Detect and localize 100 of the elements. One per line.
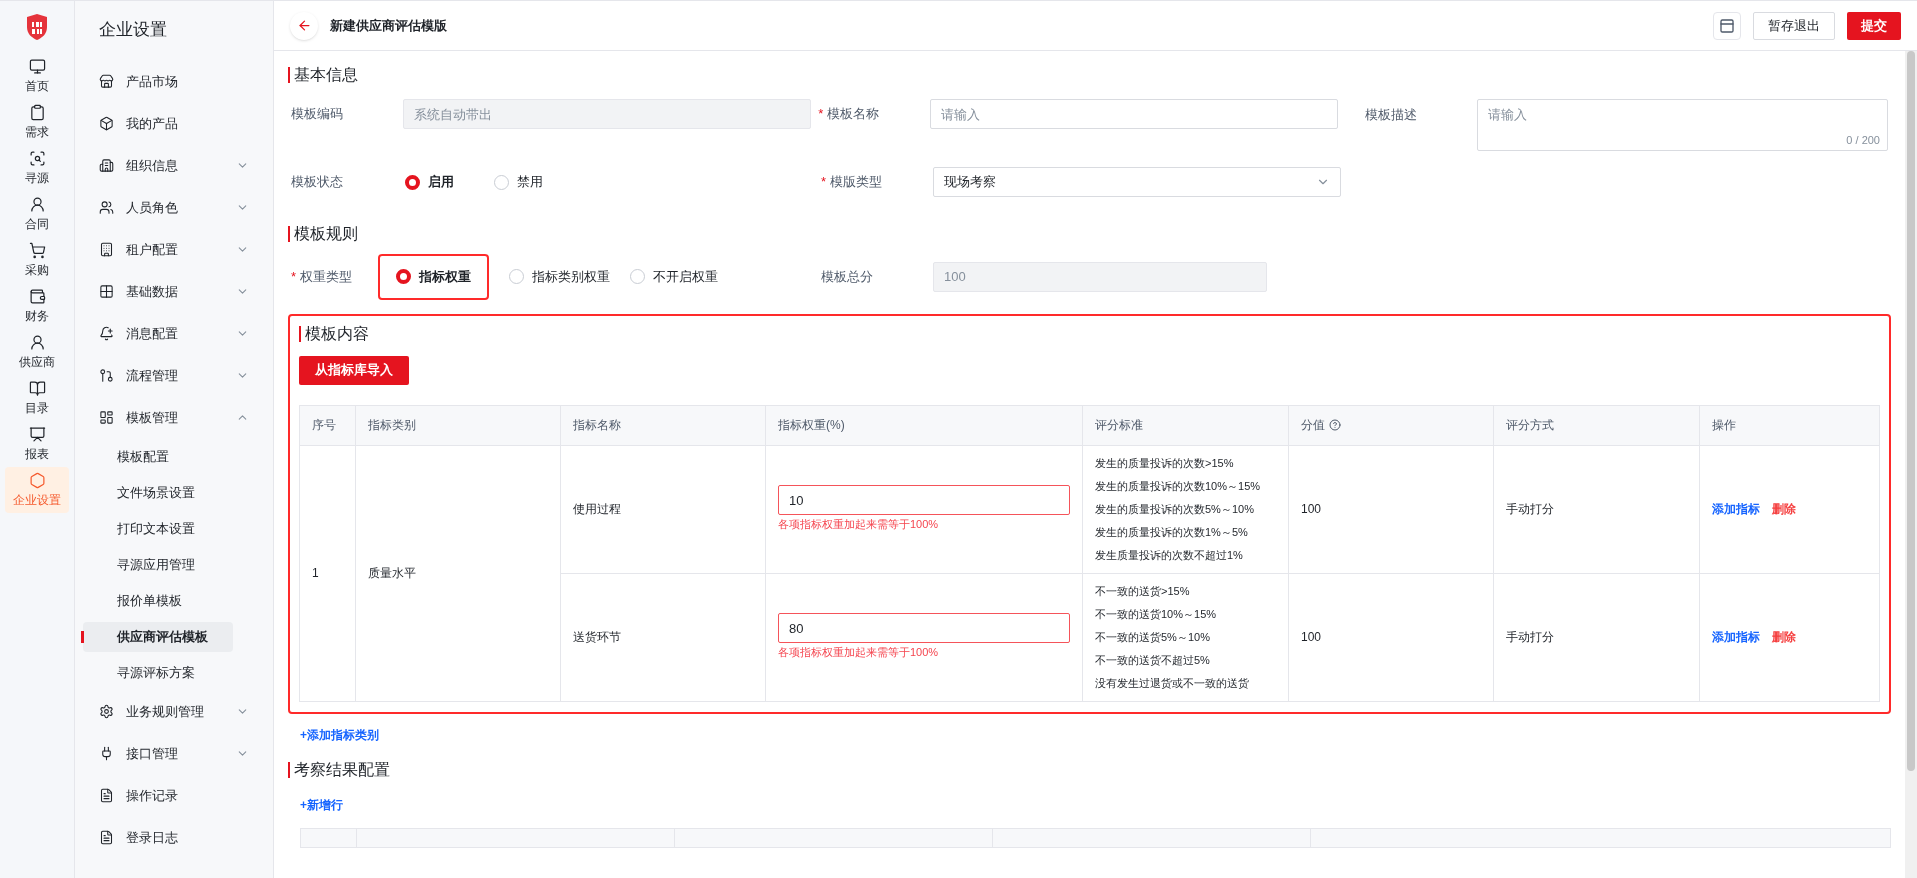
- sidebar-item[interactable]: 登录日志: [75, 816, 273, 859]
- table-cell-text: 送货环节: [573, 629, 621, 646]
- criteria-text: 不一致的送货>15%: [1095, 583, 1191, 599]
- section-title: 基本信息: [294, 65, 358, 85]
- column-header: 序号: [312, 417, 336, 434]
- section-title: 模板内容: [305, 323, 369, 344]
- error-message: 各项指标权重加起来需等于100%: [778, 517, 940, 533]
- plug-icon: [99, 746, 114, 761]
- scrollbar[interactable]: [1905, 51, 1917, 878]
- field-label: 权重类型: [300, 268, 353, 286]
- sidebar-item[interactable]: 消息配置: [75, 312, 273, 355]
- rail-item[interactable]: 合同: [5, 191, 69, 237]
- monitor-icon: [28, 57, 46, 75]
- radio-option[interactable]: 不开启权重: [630, 267, 718, 287]
- wallet-icon: [28, 287, 46, 305]
- radio-option[interactable]: 启用: [405, 172, 454, 192]
- import-button[interactable]: 从指标库导入: [299, 355, 409, 385]
- submit-button[interactable]: 提交: [1847, 11, 1901, 40]
- radio-option[interactable]: 指标权重: [396, 267, 471, 287]
- sidebar-item[interactable]: 操作记录: [75, 774, 273, 817]
- required-mark: *: [818, 105, 824, 124]
- settings-icon: [99, 704, 114, 719]
- add-index-link[interactable]: 添加指标: [1712, 500, 1760, 518]
- rail-item[interactable]: 首页: [5, 53, 69, 99]
- cube-icon: [99, 116, 114, 131]
- page-title: 新建供应商评估模版: [330, 16, 448, 35]
- rail-item[interactable]: 寻源: [5, 145, 69, 191]
- logo-icon: [25, 13, 49, 41]
- flow-icon: [99, 368, 114, 383]
- sidebar-subitem[interactable]: 文件场景设置: [83, 477, 233, 508]
- rail-item[interactable]: 财务: [5, 283, 69, 329]
- help-icon: [1329, 419, 1341, 431]
- sidebar-item[interactable]: 产品市场: [75, 60, 273, 103]
- character-counter: 0 / 200: [1846, 132, 1880, 148]
- delete-link[interactable]: 删除: [1772, 628, 1796, 646]
- field-label: 模板名称: [827, 105, 880, 124]
- add-index-link[interactable]: 添加指标: [1712, 628, 1760, 646]
- error-message: 各项指标权重加起来需等于100%: [778, 645, 940, 661]
- rail-item[interactable]: 需求: [5, 99, 69, 145]
- layout-button[interactable]: [1713, 11, 1741, 40]
- sidebar-item[interactable]: 业务规则管理: [75, 690, 273, 733]
- section-title: 考察结果配置: [294, 759, 390, 780]
- criteria-text: 发生的质量投诉的次数>15%: [1095, 455, 1235, 471]
- criteria-text: 发生质量投诉的次数不超过1%: [1095, 547, 1244, 563]
- sidebar-subitem[interactable]: 寻源应用管理: [83, 549, 233, 580]
- document-icon: [99, 788, 114, 803]
- name-field[interactable]: 请输入: [930, 99, 1339, 129]
- radio-option[interactable]: 禁用: [494, 172, 543, 192]
- field-label: 模板状态: [291, 173, 343, 192]
- weight-field[interactable]: 10: [778, 485, 1070, 516]
- sidebar-item[interactable]: 接口管理: [75, 732, 273, 775]
- back-button[interactable]: [290, 11, 318, 40]
- rail-item[interactable]: 目录: [5, 375, 69, 421]
- sidebar-item[interactable]: 模板管理: [75, 396, 273, 439]
- field-label: 模板描述: [1365, 106, 1418, 124]
- sidebar-subitem[interactable]: 模板配置: [83, 441, 233, 472]
- radio-option[interactable]: 指标类别权重: [509, 267, 610, 287]
- column-header: 评分标准: [1095, 417, 1143, 434]
- sidebar-item[interactable]: 人员角色: [75, 186, 273, 229]
- add-category-link[interactable]: +添加指标类别: [300, 725, 379, 744]
- field-label: 模版类型: [830, 173, 883, 192]
- sidebar-item[interactable]: 租户配置: [75, 228, 273, 271]
- sidebar-subitem[interactable]: 打印文本设置: [83, 513, 233, 544]
- sidebar-title: 企业设置: [98, 19, 168, 41]
- sidebar-item[interactable]: 基础数据: [75, 270, 273, 313]
- document-icon: [99, 830, 114, 845]
- delete-link[interactable]: 删除: [1772, 500, 1796, 518]
- column-header: 指标类别: [368, 417, 416, 434]
- column-header: 操作: [1712, 417, 1736, 434]
- person-icon: [28, 195, 46, 213]
- table-cell-text: 质量水平: [368, 565, 416, 582]
- criteria-text: 发生的质量投诉的次数1%～5%: [1095, 524, 1249, 540]
- save-exit-button[interactable]: 暂存退出: [1753, 11, 1835, 40]
- criteria-text: 不一致的送货10%～15%: [1095, 606, 1218, 622]
- table-cell-text: 手动打分: [1506, 501, 1554, 518]
- rail-item[interactable]: 报表: [5, 421, 69, 467]
- table-cell-text: 1: [312, 565, 319, 582]
- grid-icon: [99, 410, 114, 425]
- person-icon: [28, 333, 46, 351]
- required-mark: *: [291, 268, 297, 286]
- sidebar-item[interactable]: 流程管理: [75, 354, 273, 397]
- hexagon-icon: [28, 471, 46, 489]
- sidebar-subitem[interactable]: 报价单模板: [83, 585, 233, 616]
- add-row-link[interactable]: +新增行: [300, 795, 343, 814]
- criteria-text: 不一致的送货不超过5%: [1095, 652, 1211, 668]
- required-mark: *: [821, 173, 827, 192]
- rail-item[interactable]: 采购: [5, 237, 69, 283]
- criteria-text: 没有发生过退货或不一致的送货: [1095, 675, 1250, 691]
- column-header: 分值: [1301, 417, 1325, 434]
- type-select[interactable]: 现场考察: [933, 167, 1341, 197]
- weight-field[interactable]: 80: [778, 613, 1070, 644]
- store-icon: [99, 74, 114, 89]
- rail-item[interactable]: 供应商: [5, 329, 69, 375]
- criteria-text: 发生的质量投诉的次数5%～10%: [1095, 501, 1255, 517]
- sidebar-subitem[interactable]: 寻源评标方案: [83, 657, 233, 688]
- column-header: 指标权重(%): [778, 417, 845, 434]
- board-icon: [28, 425, 46, 443]
- sidebar-item[interactable]: 我的产品: [75, 102, 273, 145]
- sidebar-subitem[interactable]: 供应商评估模板: [83, 621, 233, 652]
- sidebar-item[interactable]: 组织信息: [75, 144, 273, 187]
